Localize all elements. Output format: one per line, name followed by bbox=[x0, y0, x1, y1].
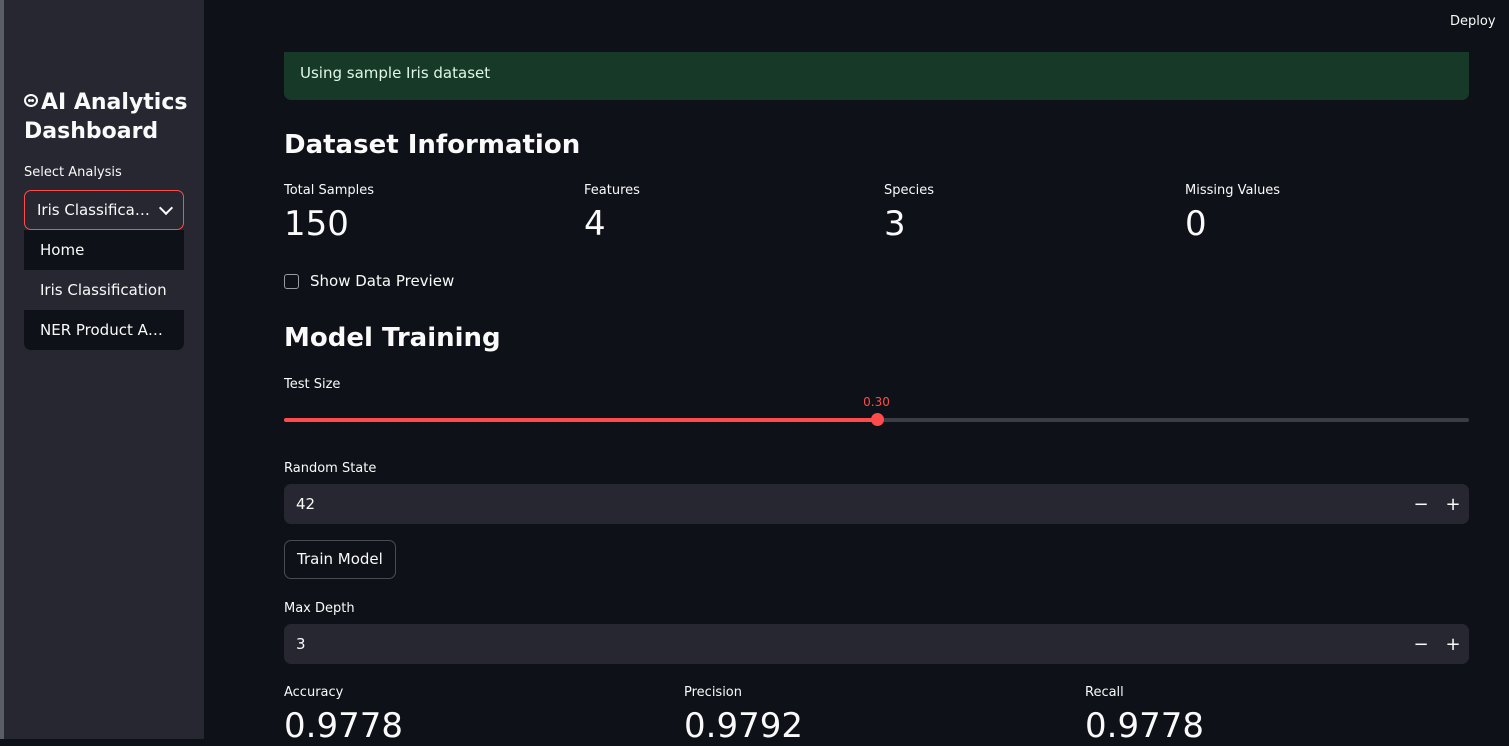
chevron-down-icon bbox=[158, 200, 174, 216]
slider-thumb[interactable] bbox=[870, 413, 884, 426]
increment-button[interactable]: + bbox=[1437, 484, 1469, 524]
robot-icon bbox=[24, 94, 38, 107]
model-training-heading: Model Training bbox=[284, 323, 501, 353]
decrement-button[interactable]: − bbox=[1405, 624, 1437, 664]
sidebar-title-text: AI Analytics Dashboard bbox=[24, 90, 188, 144]
show-data-preview-checkbox[interactable]: Show Data Preview bbox=[284, 272, 454, 290]
option-iris-classification[interactable]: Iris Classification bbox=[24, 270, 184, 310]
metric-label: Total Samples bbox=[284, 183, 375, 198]
analysis-select-value: Iris Classification bbox=[37, 201, 155, 219]
metric-value: 0.9778 bbox=[1085, 706, 1204, 746]
option-home[interactable]: Home bbox=[24, 230, 184, 270]
random-state-value[interactable]: 42 bbox=[296, 495, 1405, 513]
metric-value: 150 bbox=[284, 204, 349, 244]
success-alert: Using sample Iris dataset bbox=[284, 52, 1469, 100]
random-state-label: Random State bbox=[284, 461, 377, 476]
test-size-slider[interactable]: 0.30 bbox=[284, 395, 1469, 426]
metric-label: Accuracy bbox=[284, 685, 344, 700]
metric-species: Species 3 bbox=[884, 183, 934, 244]
metric-missing-values: Missing Values 0 bbox=[1185, 183, 1280, 244]
metric-precision: Precision 0.9792 bbox=[684, 685, 803, 746]
increment-button[interactable]: + bbox=[1437, 624, 1469, 664]
metric-total-samples: Total Samples 150 bbox=[284, 183, 374, 244]
metric-label: Precision bbox=[684, 685, 743, 700]
slider-value: 0.30 bbox=[863, 395, 890, 409]
metric-recall: Recall 0.9778 bbox=[1085, 685, 1204, 746]
metric-features: Features 4 bbox=[584, 183, 640, 244]
metric-value: 0.9792 bbox=[684, 706, 803, 746]
metric-label: Features bbox=[584, 183, 640, 198]
decrement-button[interactable]: − bbox=[1405, 484, 1437, 524]
test-size-label: Test Size bbox=[284, 377, 341, 392]
sidebar: AI Analytics Dashboard Select Analysis I… bbox=[4, 0, 204, 739]
max-depth-input[interactable]: 3 − + bbox=[284, 624, 1469, 664]
analysis-dropdown-menu: Home Iris Classification NER Product Ana… bbox=[24, 230, 184, 350]
max-depth-label: Max Depth bbox=[284, 601, 355, 616]
sidebar-title: AI Analytics Dashboard bbox=[24, 88, 194, 146]
select-analysis-label: Select Analysis bbox=[24, 165, 122, 180]
train-model-button[interactable]: Train Model bbox=[284, 540, 396, 579]
deploy-button[interactable]: Deploy bbox=[1450, 14, 1496, 29]
metric-label: Recall bbox=[1085, 685, 1124, 700]
metric-accuracy: Accuracy 0.9778 bbox=[284, 685, 403, 746]
alert-text: Using sample Iris dataset bbox=[300, 64, 491, 82]
analysis-select[interactable]: Iris Classification bbox=[24, 190, 184, 230]
metric-value: 4 bbox=[584, 204, 606, 244]
metric-label: Missing Values bbox=[1185, 183, 1281, 198]
random-state-input[interactable]: 42 − + bbox=[284, 484, 1469, 524]
metric-value: 0 bbox=[1185, 204, 1207, 244]
slider-fill bbox=[284, 418, 877, 422]
metric-label: Species bbox=[884, 183, 935, 198]
dataset-info-heading: Dataset Information bbox=[284, 130, 581, 160]
checkbox-box[interactable] bbox=[284, 273, 299, 289]
option-ner-product-analysis[interactable]: NER Product Analysis bbox=[24, 310, 184, 350]
metric-value: 3 bbox=[884, 204, 906, 244]
max-depth-value[interactable]: 3 bbox=[296, 635, 1405, 653]
metric-value: 0.9778 bbox=[284, 706, 403, 746]
checkbox-label: Show Data Preview bbox=[310, 272, 455, 290]
